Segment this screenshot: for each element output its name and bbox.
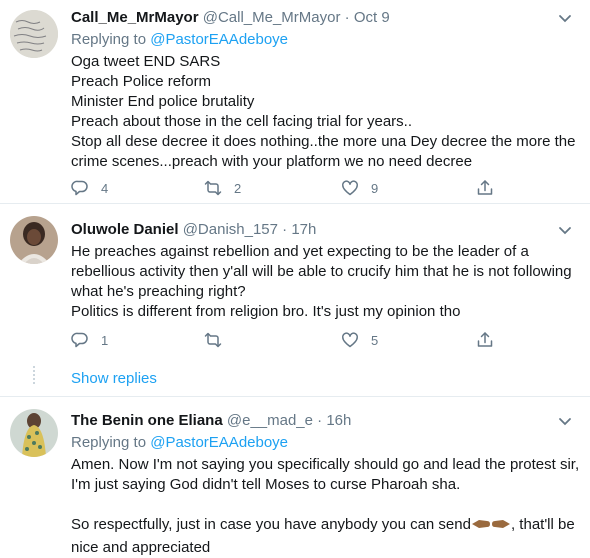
retweet-count: 2 (234, 180, 242, 196)
share-button[interactable] (476, 330, 494, 350)
retweet-button[interactable]: 2 (204, 178, 241, 198)
avatar[interactable] (10, 216, 58, 264)
tweet-oluwole-daniel[interactable]: Oluwole Daniel @Danish_157 · 17h He prea… (0, 204, 590, 396)
tweet-actions: 4 2 9 (71, 178, 511, 198)
retweet-icon (204, 180, 222, 196)
reply-icon (71, 332, 88, 348)
tweet-call-me-mrmayor[interactable]: Call_Me_MrMayor @Call_Me_MrMayor · Oct 9… (0, 0, 590, 203)
avatar-image (10, 216, 58, 264)
timestamp[interactable]: 16h (326, 412, 351, 429)
avatar-image (10, 10, 58, 58)
replying-to-label: Replying to (71, 434, 147, 451)
replying-to-handle-link[interactable]: @PastorEAAdeboye (150, 434, 288, 451)
avatar-image (10, 409, 58, 457)
reply-button[interactable]: 1 (71, 330, 108, 350)
tweet-text-line: Stop all dese decree it does nothing..th… (71, 133, 580, 170)
share-icon (477, 332, 493, 347)
author-name[interactable]: Oluwole Daniel (71, 221, 179, 238)
tweet-text-line: Oga tweet END SARS (71, 53, 221, 70)
retweet-icon (204, 332, 222, 348)
author-handle[interactable]: @Danish_157 (183, 221, 278, 238)
tweet-text-line: Amen. Now I'm not saying you specificall… (71, 456, 584, 493)
reply-count: 4 (101, 180, 109, 196)
timestamp[interactable]: Oct 9 (354, 9, 390, 26)
heart-icon (342, 332, 358, 348)
replying-to: Replying to @PastorEAAdeboye (71, 30, 580, 50)
separator-dot: · (317, 412, 323, 429)
tweet-text: Oga tweet END SARS Preach Police reform … (71, 52, 580, 172)
separator-dot: · (282, 221, 288, 238)
share-icon (477, 180, 493, 195)
author-name[interactable]: Call_Me_MrMayor (71, 9, 199, 26)
tweet-text-line: He preaches against rebellion and yet ex… (71, 243, 576, 300)
reply-icon (71, 180, 88, 196)
like-button[interactable]: 9 (341, 178, 378, 198)
avatar[interactable] (10, 10, 58, 58)
author-name[interactable]: The Benin one Eliana (71, 412, 223, 429)
show-replies-link[interactable]: Show replies (71, 369, 157, 389)
like-count: 5 (371, 332, 379, 348)
separator-dot: · (344, 9, 350, 26)
tweet-actions: 1 5 (71, 330, 511, 350)
avatar[interactable] (10, 409, 58, 457)
backhand-index-pointing-left-and-right-emoji (471, 516, 511, 538)
tweet-text: He preaches against rebellion and yet ex… (71, 242, 580, 322)
tweet-the-benin-one-eliana[interactable]: The Benin one Eliana @e__mad_e · 16h Rep… (0, 397, 590, 558)
reply-button[interactable]: 4 (71, 178, 108, 198)
share-button[interactable] (476, 178, 494, 198)
author-handle[interactable]: @Call_Me_MrMayor (203, 9, 341, 26)
tweet-text-segment: So respectfully, just in case you have a… (71, 516, 471, 533)
heart-icon (342, 180, 358, 196)
replying-to: Replying to @PastorEAAdeboye (71, 433, 580, 453)
retweet-button[interactable] (204, 330, 222, 350)
chevron-down-icon[interactable] (556, 221, 574, 239)
reply-count: 1 (101, 332, 109, 348)
replying-to-label: Replying to (71, 31, 147, 48)
like-button[interactable]: 5 (341, 330, 378, 350)
tweet-text-line: Minister End police brutality (71, 93, 255, 110)
tweet-text: Amen. Now I'm not saying you specificall… (71, 455, 580, 558)
replying-to-handle-link[interactable]: @PastorEAAdeboye (150, 31, 288, 48)
tweet-text-line: Preach about those in the cell facing tr… (71, 113, 413, 130)
tweet-text-line: Politics is different from religion bro.… (71, 303, 461, 320)
chevron-down-icon[interactable] (556, 412, 574, 430)
tweet-text-line: So respectfully, just in case you have a… (71, 515, 580, 558)
tweet-text-line: Preach Police reform (71, 73, 212, 90)
thread-connector (33, 366, 35, 386)
author-handle[interactable]: @e__mad_e (227, 412, 313, 429)
timestamp[interactable]: 17h (291, 221, 316, 238)
chevron-down-icon[interactable] (556, 9, 574, 27)
like-count: 9 (371, 180, 379, 196)
